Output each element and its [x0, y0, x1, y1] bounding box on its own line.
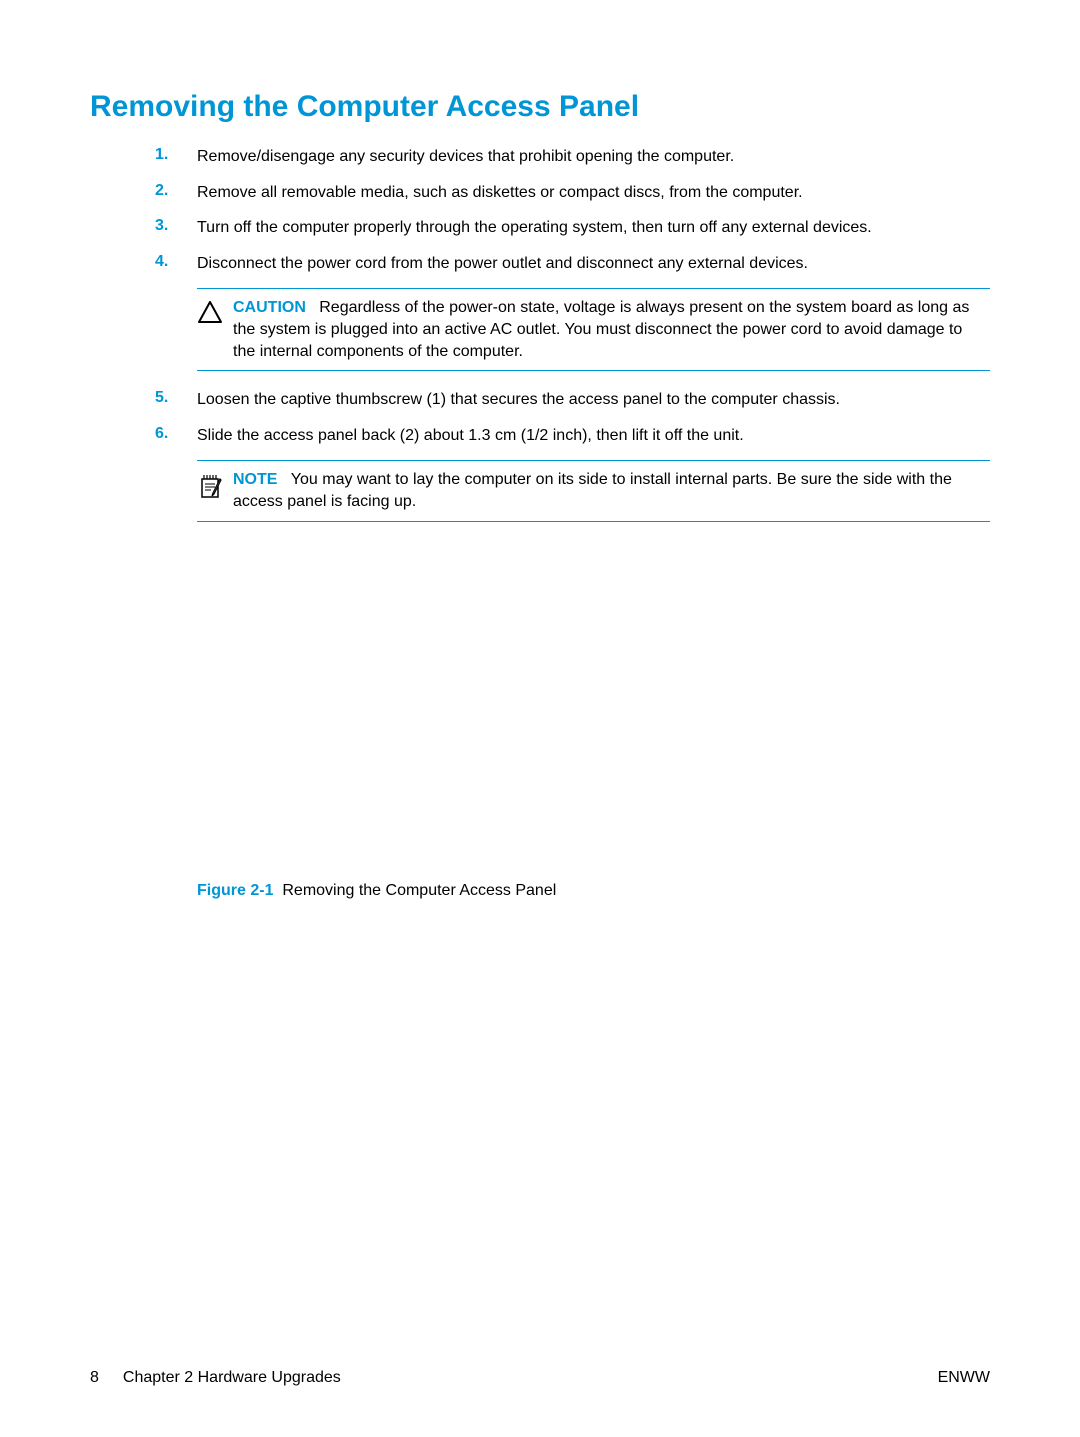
figure-caption: Figure 2-1 Removing the Computer Access …: [197, 882, 990, 900]
step-number: 6.: [155, 425, 197, 443]
note-icon: [197, 469, 233, 500]
step-text: Remove/disengage any security devices th…: [197, 146, 734, 168]
step-text: Turn off the computer properly through t…: [197, 217, 872, 239]
step-text: Remove all removable media, such as disk…: [197, 182, 803, 204]
page-number: 8: [90, 1369, 99, 1387]
caution-callout: CAUTION Regardless of the power-on state…: [197, 288, 990, 371]
caution-text: Regardless of the power-on state, voltag…: [233, 299, 969, 359]
page-title: Removing the Computer Access Panel: [90, 90, 990, 124]
note-text: You may want to lay the computer on its …: [233, 471, 952, 510]
step-list-1: 1. Remove/disengage any security devices…: [90, 146, 990, 274]
figure-caption-text: Removing the Computer Access Panel: [282, 882, 556, 899]
step-item: 1. Remove/disengage any security devices…: [155, 146, 990, 168]
figure-area: Figure 2-1 Removing the Computer Access …: [197, 882, 990, 900]
step-list-2: 5. Loosen the captive thumbscrew (1) tha…: [90, 389, 990, 446]
step-number: 3.: [155, 217, 197, 235]
step-text: Slide the access panel back (2) about 1.…: [197, 425, 744, 447]
note-callout: NOTE You may want to lay the computer on…: [197, 460, 990, 521]
step-item: 3. Turn off the computer properly throug…: [155, 217, 990, 239]
step-item: 2. Remove all removable media, such as d…: [155, 182, 990, 204]
step-number: 2.: [155, 182, 197, 200]
chapter-name: Chapter 2 Hardware Upgrades: [123, 1369, 341, 1387]
caution-body: CAUTION Regardless of the power-on state…: [233, 297, 990, 362]
step-text: Disconnect the power cord from the power…: [197, 253, 808, 275]
page-footer: 8 Chapter 2 Hardware Upgrades ENWW: [90, 1369, 990, 1387]
step-number: 4.: [155, 253, 197, 271]
step-text: Loosen the captive thumbscrew (1) that s…: [197, 389, 840, 411]
step-number: 5.: [155, 389, 197, 407]
caution-icon: [197, 297, 233, 324]
caution-label: CAUTION: [233, 299, 306, 316]
note-label: NOTE: [233, 471, 277, 488]
step-item: 6. Slide the access panel back (2) about…: [155, 425, 990, 447]
footer-right: ENWW: [938, 1369, 990, 1387]
step-item: 5. Loosen the captive thumbscrew (1) tha…: [155, 389, 990, 411]
note-body: NOTE You may want to lay the computer on…: [233, 469, 990, 512]
step-item: 4. Disconnect the power cord from the po…: [155, 253, 990, 275]
footer-left: 8 Chapter 2 Hardware Upgrades: [90, 1369, 341, 1387]
step-number: 1.: [155, 146, 197, 164]
figure-label: Figure 2-1: [197, 882, 273, 899]
